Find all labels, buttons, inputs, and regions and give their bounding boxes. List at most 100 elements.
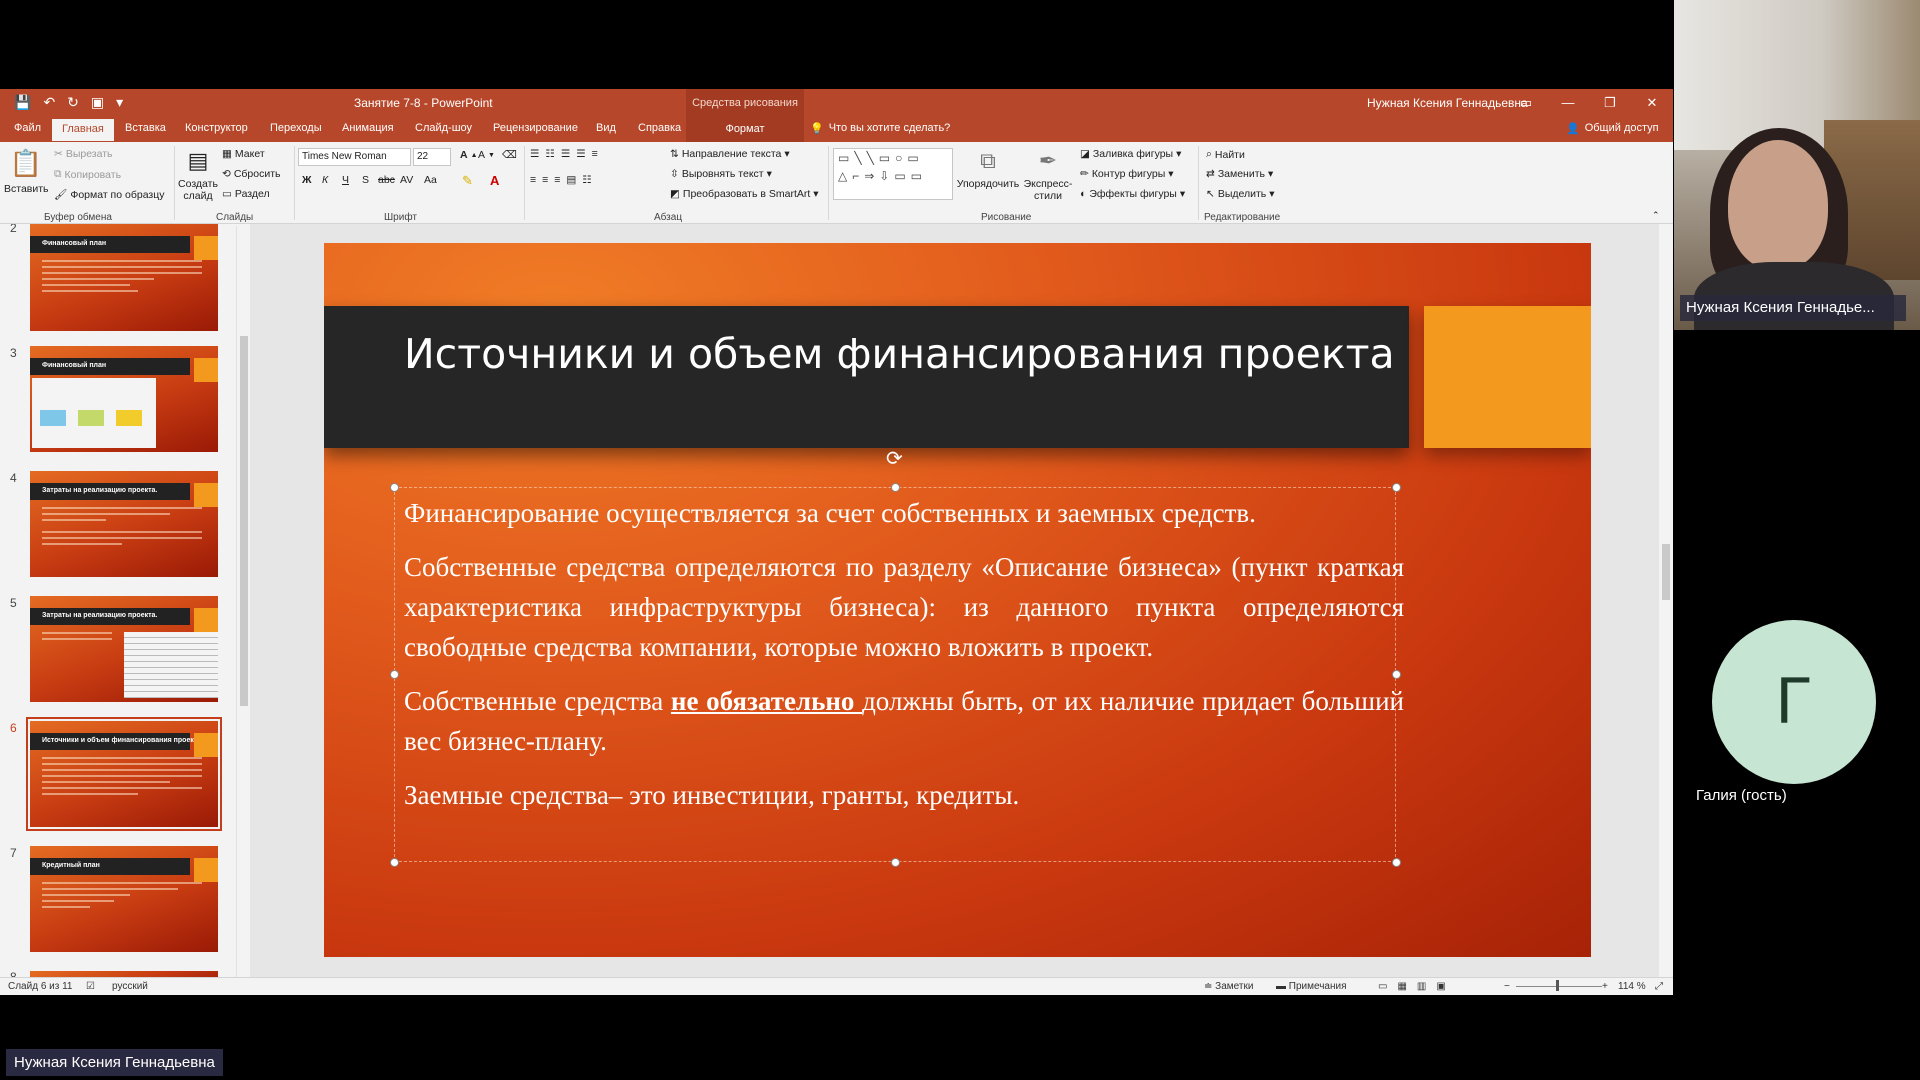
shape-outline-button[interactable]: ✏ Контур фигуры ▾ [1080,168,1174,180]
slide-thumbnail-7[interactable]: Кредитный план [30,846,218,952]
resize-handle[interactable] [390,858,399,867]
tab-slideshow[interactable]: Слайд-шоу [415,122,472,134]
find-button[interactable]: ⌕ Найти [1206,148,1245,161]
slide-thumbnail-3[interactable]: Финансовый план [30,346,218,452]
resize-handle[interactable] [390,483,399,492]
tab-transitions[interactable]: Переходы [270,122,322,134]
reset-button[interactable]: ⟲ Сбросить [222,168,280,180]
paragraph-3[interactable]: Собственные средства не обязательно долж… [404,681,1404,761]
thumbnail-scrollbar[interactable] [236,226,250,977]
slide-thumbnail-4[interactable]: Затраты на реализацию проекта. [30,471,218,577]
zoom-slider-handle[interactable] [1556,980,1559,991]
resize-handle[interactable] [891,483,900,492]
select-button[interactable]: ↖ Выделить ▾ [1206,188,1275,200]
guest-avatar[interactable]: Г [1712,620,1876,784]
presenter-video-tile[interactable]: Нужная Ксения Геннадье... [1674,0,1920,330]
resize-handle[interactable] [1392,483,1401,492]
text-direction-button[interactable]: ⇅ Направление текста ▾ [670,148,790,160]
shape-effects-button[interactable]: ◐ Эффекты фигуры ▾ [1080,188,1185,200]
slide-thumbnail-2[interactable]: Финансовый план [30,224,218,331]
highlight-icon[interactable]: ✎ [462,173,473,189]
new-slide-button[interactable]: ▤ Создать слайд [176,148,220,202]
slide-thumbnail-6[interactable]: Источники и объем финансирования проекта [30,721,218,827]
restore-icon[interactable]: ❐ [1589,89,1631,117]
grow-font-button[interactable]: A ▲ [460,149,478,161]
slide-thumbnail-5[interactable]: Затраты на реализацию проекта. [30,596,218,702]
list-buttons-icon[interactable]: ☰☷☰☰≡ [530,148,604,160]
char-spacing-icon[interactable]: AV [400,174,413,186]
resize-handle[interactable] [1392,858,1401,867]
layout-button[interactable]: ▦ Макет [222,148,265,160]
text-shadow-button[interactable]: S [362,174,369,186]
paragraph-4[interactable]: Заемные средства– это инвестиции, гранты… [404,775,1404,815]
tab-help[interactable]: Справка [638,122,681,134]
tab-insert[interactable]: Вставка [125,122,166,134]
undo-icon[interactable]: ↶ [43,94,55,111]
align-text-button[interactable]: ⇳ Выровнять текст ▾ [670,168,772,180]
resize-handle[interactable] [390,670,399,679]
tab-design[interactable]: Конструктор [185,122,248,134]
zoom-level[interactable]: 114 % [1618,981,1646,992]
align-buttons-icon[interactable]: ≡≡≡▤☷ [530,174,598,186]
section-button[interactable]: ▭ Раздел [222,188,270,200]
arrange-button[interactable]: ⧉ Упорядочить [956,148,1020,190]
collapse-ribbon-icon[interactable]: ⌃ [1652,210,1660,221]
font-name-select[interactable]: Times New Roman [298,148,411,166]
shapes-gallery[interactable]: ▭╲╲▭○▭ △⌐⇒⇩▭▭ [833,148,953,200]
tell-me-box[interactable]: 💡 Что вы хотите сделать? [810,122,950,135]
underline-button[interactable]: Ч [342,174,349,186]
tab-review[interactable]: Рецензирование [493,122,578,134]
cut-button[interactable]: ✂ Вырезать [54,148,113,160]
clear-format-icon[interactable]: ⌫ [502,149,517,161]
italic-button[interactable]: К [322,174,328,186]
slide-title[interactable]: Источники и объем финансирования проекта [404,330,1395,378]
change-case-button[interactable]: Aa [424,174,437,186]
notes-button[interactable]: ≐ Заметки [1204,981,1253,992]
ribbon-display-icon[interactable]: ▭ [1505,89,1547,117]
tab-format[interactable]: Формат [686,117,804,142]
signed-in-user[interactable]: Нужная Ксения Геннадьевна [1367,96,1528,110]
paste-button[interactable]: 📋 Вставить [4,148,49,195]
resize-handle[interactable] [891,858,900,867]
customize-toolbar-icon[interactable]: ▾ [116,94,123,111]
tell-me-text: Что вы хотите сделать? [828,122,951,134]
bold-button[interactable]: Ж [302,174,312,186]
paragraph-2[interactable]: Собственные средства определяются по раз… [404,547,1404,667]
close-icon[interactable]: ✕ [1631,89,1673,117]
editor-scrollbar[interactable] [1659,224,1673,977]
font-size-select[interactable]: 22 [413,148,451,166]
spellcheck-icon[interactable]: ☑ [86,981,95,992]
fit-slide-icon[interactable]: ⤢ [1655,981,1663,992]
replace-button[interactable]: ⇄ Заменить ▾ [1206,168,1273,180]
tab-animations[interactable]: Анимация [342,122,394,134]
share-button[interactable]: 👤 Общий доступ [1566,122,1659,135]
comments-button[interactable]: ▬ Примечания [1276,981,1347,992]
tab-file[interactable]: Файл [14,122,41,134]
view-buttons[interactable]: ▭▦▥▣ [1378,981,1456,992]
strikethrough-button[interactable]: abc [378,174,395,186]
scrollbar-thumb[interactable] [240,336,248,706]
paragraph-1[interactable]: Финансирование осуществляется за счет со… [404,493,1404,533]
font-color-icon[interactable]: A [490,173,499,188]
language-indicator[interactable]: русский [112,981,148,992]
replace-icon: ⇄ [1206,168,1215,180]
format-painter-button[interactable]: 🖌 Формат по образцу [54,188,165,202]
tab-home[interactable]: Главная [52,119,114,141]
slide-body-text[interactable]: Финансирование осуществляется за счет со… [404,493,1404,829]
copy-button[interactable]: ⧉ Копировать [54,168,121,181]
zoom-in-icon[interactable]: + [1602,981,1608,992]
quick-styles-button[interactable]: ✒ Экспресс-стили [1022,148,1074,202]
minimize-icon[interactable]: — [1547,89,1589,117]
shape-fill-button[interactable]: ◪ Заливка фигуры ▾ [1080,148,1181,160]
save-icon[interactable]: 💾 [14,94,31,111]
shrink-font-button[interactable]: A ▼ [478,149,495,161]
scrollbar-thumb[interactable] [1662,544,1670,600]
zoom-out-icon[interactable]: − [1504,981,1510,992]
tab-view[interactable]: Вид [596,122,616,134]
redo-icon[interactable]: ↻ [67,94,79,111]
smartart-button[interactable]: ◩ Преобразовать в SmartArt ▾ [670,188,819,200]
rotate-handle-icon[interactable]: ⟳ [886,446,903,471]
zoom-slider[interactable] [1516,986,1602,987]
title-bar-shape[interactable]: Источники и объем финансирования проекта [324,306,1409,448]
start-slideshow-icon[interactable]: ▣ [91,94,104,111]
